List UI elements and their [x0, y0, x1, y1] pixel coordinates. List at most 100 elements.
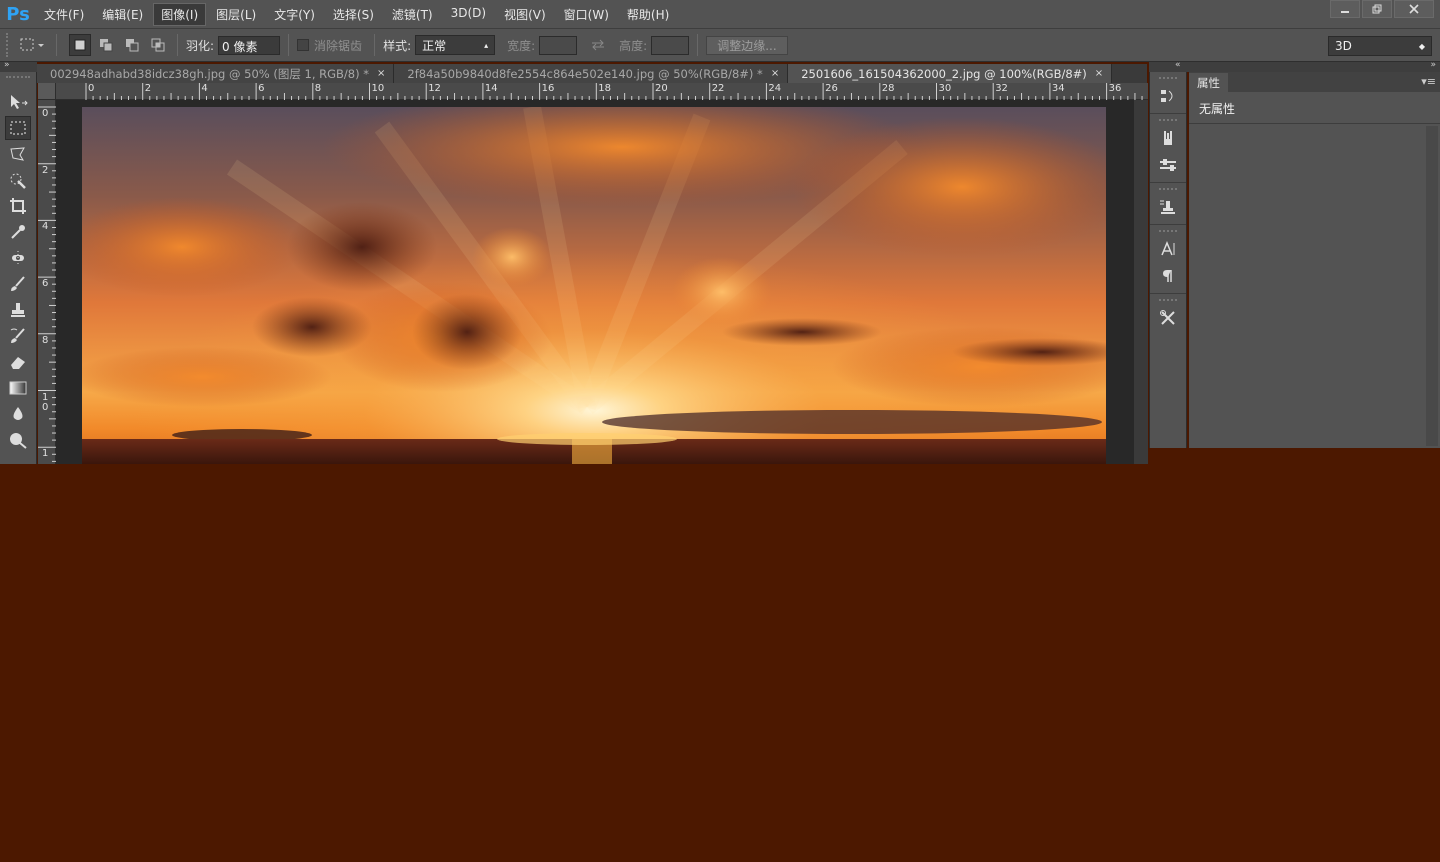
brush-icon [11, 276, 25, 291]
divider [177, 34, 178, 56]
photoshop-logo: Ps [6, 3, 30, 25]
crop-tool[interactable] [5, 194, 31, 218]
healing-brush-tool[interactable] [5, 246, 31, 270]
menu-item[interactable]: 窗口(W) [556, 3, 617, 26]
panel-menu-icon[interactable]: ▾≡ [1421, 75, 1436, 88]
rect-marquee-tool[interactable] [5, 116, 31, 140]
brush-presets-button[interactable] [1153, 125, 1183, 151]
horizontal-ruler[interactable]: 0 2 4 6 8 10 12 14 16 18 20 22 24 26 28 30 32 34 36 [56, 83, 1148, 100]
menu-item[interactable]: 选择(S) [325, 3, 382, 26]
antialias-checkbox[interactable] [297, 39, 310, 51]
clone-source-icon [1160, 200, 1175, 214]
add-selection-button[interactable] [95, 34, 117, 56]
rect-marquee-icon [10, 121, 26, 135]
ruler-label: 8 [314, 83, 322, 94]
gradient-icon [9, 381, 27, 395]
tab-properties[interactable]: 属性 [1189, 73, 1228, 92]
menu-item[interactable]: 视图(V) [496, 3, 554, 26]
style-select[interactable]: 正常 ▴ [415, 35, 496, 55]
width-input[interactable] [539, 35, 578, 55]
collapse-arrows-icon[interactable]: « [1175, 60, 1181, 70]
document-tab-label: 002948adhabd38idcz38gh.jpg @ 50% (图层 1, … [50, 66, 370, 81]
ruler-label: 32 [995, 83, 1008, 94]
ruler-label: 24 [768, 83, 782, 94]
move-tool[interactable] [5, 90, 31, 114]
blur-tool[interactable] [5, 402, 31, 426]
pilcrow-icon [1163, 270, 1172, 282]
close-icon [1409, 4, 1419, 14]
feather-input[interactable]: 0 像素 [218, 35, 281, 55]
intersect-selection-button[interactable] [147, 34, 169, 56]
eyedropper-icon [11, 225, 25, 239]
tools-grip[interactable] [6, 76, 30, 86]
restore-button[interactable] [1362, 0, 1392, 18]
style-value: 正常 [422, 38, 447, 53]
clone-stamp-tool[interactable] [5, 298, 31, 322]
workspace-select[interactable]: 3D ◆ [1328, 36, 1432, 56]
history-panel-button[interactable] [1153, 83, 1183, 109]
options-grip[interactable] [6, 33, 14, 57]
adjustments-button[interactable] [1153, 152, 1183, 178]
swap-dimensions-button[interactable] [587, 34, 609, 56]
history-brush-tool[interactable] [5, 324, 31, 348]
polygon-lasso-icon [10, 147, 25, 161]
dock-grip[interactable] [1159, 77, 1177, 81]
menu-item[interactable]: 图层(L) [208, 3, 264, 26]
document-tab[interactable]: 002948adhabd38idcz38gh.jpg @ 50% (图层 1, … [37, 64, 395, 83]
vertical-ruler[interactable]: 0 2 4 6 8 10 1 [38, 100, 56, 464]
menu-item[interactable]: 图像(I) [153, 2, 207, 26]
close-window-button[interactable] [1394, 0, 1434, 18]
close-tab-icon[interactable]: × [1095, 68, 1103, 79]
lasso-tool[interactable] [5, 142, 31, 166]
menu-item[interactable]: 滤镜(T) [384, 3, 441, 26]
properties-scrollbar[interactable] [1426, 126, 1438, 446]
tool-presets-button[interactable] [1153, 305, 1183, 331]
eraser-tool[interactable] [5, 350, 31, 374]
menu-item[interactable]: 帮助(H) [619, 3, 677, 26]
history-brush-icon [10, 328, 25, 343]
expand-arrows-icon[interactable]: » [1430, 60, 1436, 70]
drop-icon [13, 407, 23, 420]
dock-grip[interactable] [1159, 188, 1177, 192]
height-input[interactable] [651, 35, 690, 55]
brush-presets-icon [1164, 131, 1172, 145]
gradient-tool[interactable] [5, 376, 31, 400]
subtract-selection-button[interactable] [121, 34, 143, 56]
tools-panel [0, 72, 37, 464]
close-tab-icon[interactable]: × [771, 68, 779, 79]
menu-item[interactable]: 3D(D) [443, 3, 494, 26]
menu-bar: Ps 文件(F) 编辑(E) 图像(I) 图层(L) 文字(Y) 选择(S) 滤镜(T) 3D… [0, 0, 1440, 28]
ruler-label: 30 [938, 83, 952, 94]
menu-item[interactable]: 编辑(E) [94, 3, 151, 26]
divider [288, 34, 290, 56]
expand-arrows-icon[interactable]: » [4, 60, 10, 70]
dodge-tool[interactable] [5, 428, 31, 452]
refine-edge-button[interactable]: 调整边缘... [706, 35, 788, 55]
document-tab[interactable]: 2501606_161504362000_2.jpg @ 100%(RGB/8#… [788, 64, 1113, 83]
menu-item[interactable]: 文件(F) [36, 3, 92, 26]
brush-tool[interactable] [5, 272, 31, 296]
close-tab-icon[interactable]: × [377, 68, 385, 79]
vertical-scrollbar[interactable] [1134, 100, 1148, 464]
eyedropper-tool[interactable] [5, 220, 31, 244]
canvas-area[interactable]: 0 2 4 6 8 10 12 14 16 18 20 22 24 26 28 30 32 34 36 024681… [38, 83, 1148, 464]
marquee-preset-button[interactable] [18, 34, 48, 56]
menu-item[interactable]: 文字(Y) [266, 3, 323, 26]
dock-group [1150, 294, 1186, 335]
character-panel-button[interactable] [1153, 236, 1183, 262]
dock-grip[interactable] [1159, 230, 1177, 234]
clone-source-button[interactable] [1153, 194, 1183, 220]
new-selection-button[interactable] [69, 34, 91, 56]
panel-header: « » [1149, 60, 1440, 72]
sunset-image[interactable] [82, 107, 1106, 464]
dock-group [1150, 183, 1186, 225]
toolbar-header: » [0, 60, 37, 72]
paragraph-panel-button[interactable] [1153, 263, 1183, 289]
ruler-origin[interactable] [38, 83, 56, 100]
dock-grip[interactable] [1159, 119, 1177, 123]
dock-grip[interactable] [1159, 299, 1177, 303]
quick-select-tool[interactable] [5, 168, 31, 192]
properties-body: 无属性 [1189, 92, 1440, 124]
minimize-button[interactable] [1330, 0, 1360, 18]
document-tab[interactable]: 2f84a50b9840d8fe2554c864e502e140.jpg @ 5… [394, 64, 789, 83]
